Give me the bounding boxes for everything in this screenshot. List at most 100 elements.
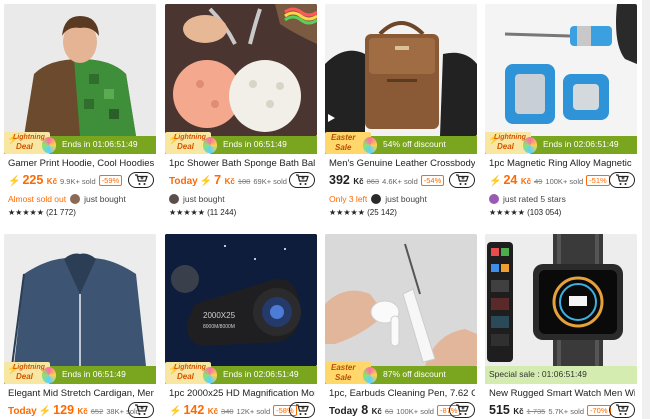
original-price: 1 735 [526, 407, 546, 416]
add-to-cart-button[interactable] [609, 402, 635, 418]
product-image[interactable]: 2000X25 8000M/8000M [165, 234, 317, 366]
original-price: 108 [237, 177, 251, 186]
original-price: 652 [90, 407, 104, 416]
easter-egg-icon [42, 367, 56, 383]
cart-icon [456, 174, 469, 185]
price-row: 515 Kč 1 735 5.7K+ sold -70% [489, 402, 635, 419]
product-title[interactable]: 1pc 2000x25 HD Magnification Monocu... [169, 388, 315, 399]
add-to-cart-button[interactable] [449, 172, 475, 188]
monocular-label: 2000X25 [203, 311, 236, 320]
badge-line2: Deal [497, 142, 514, 151]
social-proof-text: just rated 5 stars [503, 194, 566, 204]
price-row: Today 8 Kč 63 100K+ sold -87% [329, 402, 475, 419]
sold-count: 69K+ sold [253, 177, 287, 186]
product-title[interactable]: Gamer Print Hoodie, Cool Hoodies For ... [8, 158, 154, 169]
social-proof-text: just bought [84, 194, 126, 204]
social-proof-text: just bought [183, 194, 225, 204]
star-rating-icon: ★★★★★ [169, 208, 205, 217]
price-value: 129 [53, 403, 75, 417]
countdown-text: Ends in 02:06:51:49 [543, 139, 619, 149]
product-image[interactable] [325, 4, 477, 136]
easter-egg-icon [203, 367, 217, 383]
discount-badge: -51% [586, 175, 610, 186]
social-proof-row: Almost sold out just bought [8, 194, 154, 204]
currency: Kč [353, 177, 364, 186]
discount-badge: -59% [98, 175, 123, 186]
product-image[interactable] [4, 4, 156, 136]
product-title[interactable]: Men's Genuine Leather Crossbody Bag ... [329, 158, 475, 169]
monocular-image: 2000X25 8000M/8000M [165, 234, 317, 366]
price-row: Today ⚡ 7 Kč 108 69K+ sold [169, 172, 315, 190]
badge-line1: Lightning [494, 134, 526, 141]
badge-line2: Deal [16, 142, 33, 151]
discount-badge: -54% [420, 175, 445, 186]
currency: Kč [224, 177, 235, 186]
lightning-bolt-icon: ⚡ [8, 176, 21, 187]
original-price: 49 [534, 177, 543, 186]
price: ⚡ 225 Kč 9.9K+ sold -59% [8, 173, 123, 187]
discount-text: 54% off discount [383, 139, 446, 149]
review-count: (11 244) [207, 208, 237, 217]
product-image[interactable] [485, 4, 637, 136]
hoodie-image [4, 4, 156, 136]
cart-icon [296, 404, 309, 415]
badge-line1: Lightning [13, 364, 45, 371]
countdown-text: Ends in 06:51:49 [223, 139, 287, 149]
add-to-cart-button[interactable] [449, 402, 475, 418]
easter-egg-icon [523, 137, 537, 153]
add-to-cart-button[interactable] [289, 172, 315, 188]
scrollbar-track[interactable] [642, 0, 650, 419]
product-title[interactable]: Elegant Mid Stretch Cardigan, Men's Ca..… [8, 388, 154, 399]
price-value: 515 [489, 403, 510, 417]
product-card[interactable]: Easter Sale 87% off discount 1pc, Earbud… [325, 234, 477, 419]
price-row: 392 Kč 863 4.6K+ sold -54% [329, 172, 475, 190]
easter-sale-strip: Easter Sale 87% off discount [325, 362, 477, 384]
badge-line2: Sale [335, 143, 352, 152]
product-image[interactable] [165, 4, 317, 136]
product-title[interactable]: New Rugged Smart Watch Men Wireles... [489, 388, 635, 399]
badge-line2: Sale [335, 373, 352, 382]
countdown-text: Special sale : 01:06:51:49 [489, 369, 587, 379]
original-price: 340 [221, 407, 234, 416]
product-image[interactable] [4, 234, 156, 366]
product-card[interactable]: ⚡ Lightning Deal Ends in 06:51:49 1pc Sh… [165, 4, 317, 219]
product-title[interactable]: 1pc Magnetic Ring Alloy Magnetic Ring... [489, 158, 635, 169]
badge-line2: Deal [177, 142, 194, 151]
badge-line1: Easter [331, 133, 356, 142]
lightning-deal-strip: ⚡ Lightning Deal Ends in 01:06:51:49 [4, 132, 156, 154]
badge-line2: Deal [177, 372, 194, 381]
price: Today ⚡ 7 Kč 108 69K+ sold [169, 173, 287, 187]
product-card[interactable]: 2000X25 8000M/8000M ⚡ Lightning Deal End… [165, 234, 317, 419]
avatar [70, 194, 81, 204]
original-price: 63 [384, 407, 394, 416]
price-value: 142 [183, 403, 205, 417]
sold-count: 5.7K+ sold [548, 407, 585, 416]
magnetic-ring-image [485, 4, 637, 136]
add-to-cart-button[interactable] [128, 172, 154, 188]
product-card[interactable]: Special sale : 01:06:51:49 New Rugged Sm… [485, 234, 637, 419]
product-image[interactable] [325, 234, 477, 366]
add-to-cart-button[interactable] [289, 402, 315, 418]
social-proof-text: just bought [385, 194, 427, 204]
product-title[interactable]: 1pc Shower Bath Sponge Bath Ball Cute... [169, 158, 315, 169]
cart-icon [616, 174, 629, 185]
today-label: Today [169, 176, 198, 187]
add-to-cart-button[interactable] [609, 172, 635, 188]
product-card[interactable]: ⚡ Lightning Deal Ends in 02:06:51:49 1pc… [485, 4, 637, 219]
cart-icon [296, 174, 309, 185]
product-card[interactable]: ⚡ Lightning Deal Ends in 06:51:49 Elegan… [4, 234, 156, 419]
product-card[interactable]: Easter Sale 54% off discount Men's Genui… [325, 4, 477, 219]
cart-icon [135, 404, 148, 415]
review-count: (21 772) [46, 208, 76, 217]
add-to-cart-button[interactable] [128, 402, 154, 418]
product-card[interactable]: ⚡ Lightning Deal Ends in 01:06:51:49 Gam… [4, 4, 156, 219]
avatar [489, 194, 499, 204]
product-title[interactable]: 1pc, Earbuds Cleaning Pen, 7.62 Cm 1 ... [329, 388, 475, 399]
price-value: 225 [22, 173, 44, 187]
easter-egg-icon [42, 137, 56, 153]
badge-line1: Lightning [174, 364, 206, 371]
product-image[interactable] [485, 234, 637, 366]
lightning-bolt-icon: ⚡ [38, 406, 52, 417]
stock-warning: Only 3 left [329, 194, 368, 204]
lightning-bolt-icon: ⚡ [169, 406, 182, 417]
